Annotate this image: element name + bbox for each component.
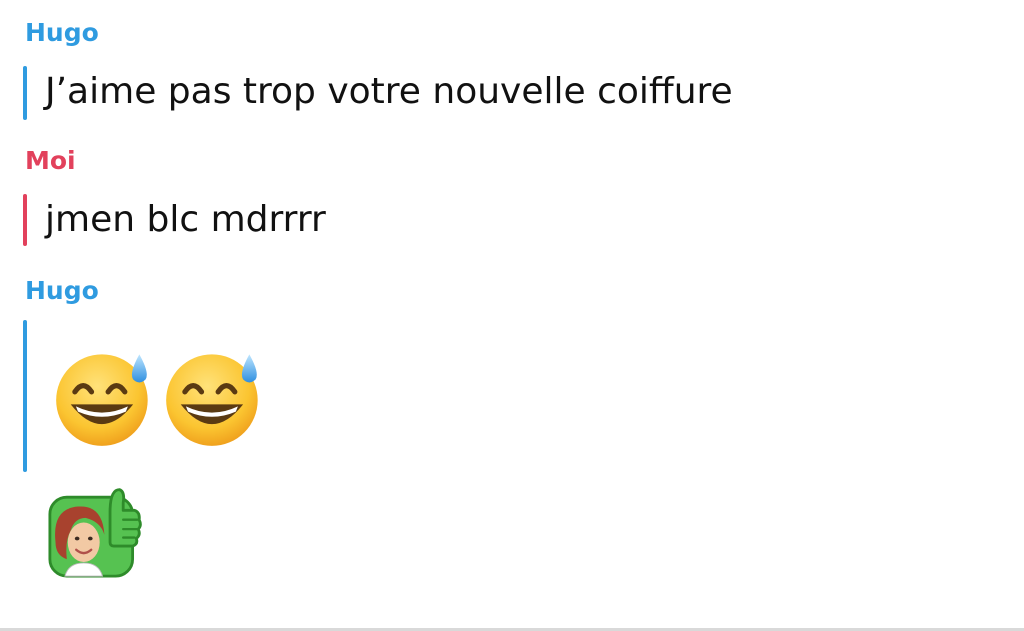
message-text[interactable]: jmen blc mdrrrr (45, 198, 326, 242)
message-bar-hugo (23, 66, 27, 120)
chat-thread: Hugo J’aime pas trop votre nouvelle coif… (0, 0, 1024, 631)
message-bar-moi (23, 194, 27, 246)
sender-name-moi: Moi (25, 146, 76, 175)
message-bar-hugo (23, 320, 27, 472)
sender-name-hugo: Hugo (25, 18, 99, 47)
grinning-face-with-sweat-icon[interactable] (52, 344, 156, 448)
sender-name-hugo: Hugo (25, 276, 99, 305)
bitmoji-thumbs-up-icon[interactable] (48, 484, 142, 578)
grinning-face-with-sweat-icon[interactable] (162, 344, 266, 448)
message-text[interactable]: J’aime pas trop votre nouvelle coiffure (45, 70, 733, 114)
